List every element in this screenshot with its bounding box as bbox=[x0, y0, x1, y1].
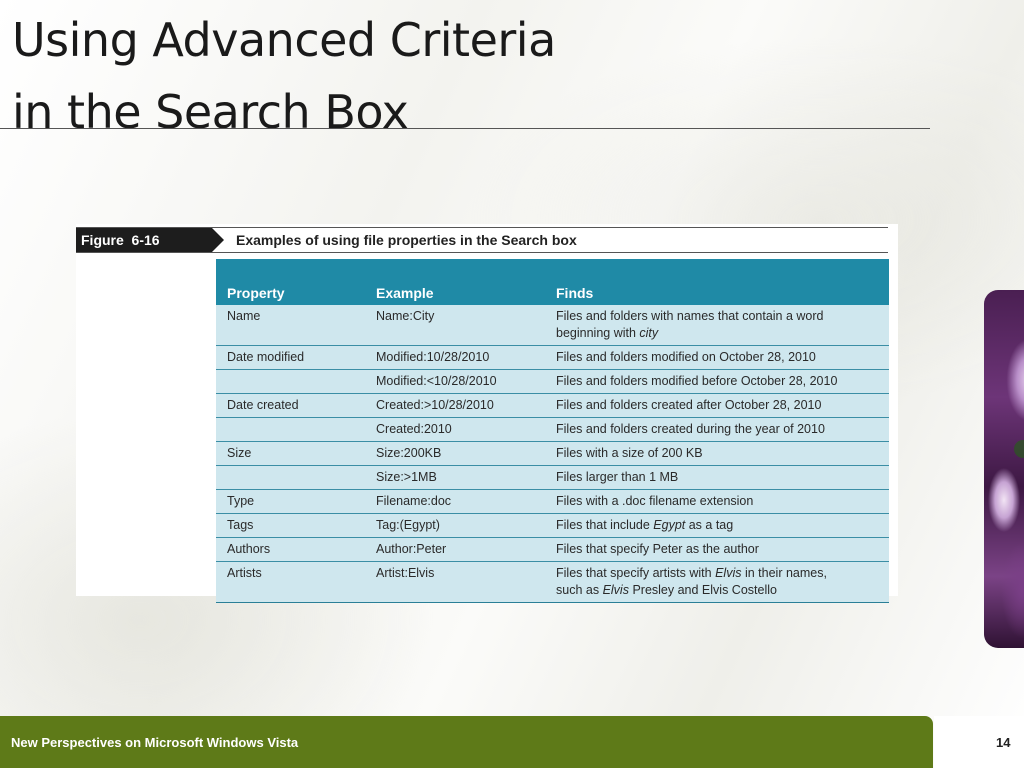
table-row: Name Name:City Files and folders with name… bbox=[216, 305, 889, 346]
finds-cell: Files and folders with names that contai… bbox=[545, 305, 889, 346]
finds-line: Files larger than 1 MB bbox=[556, 470, 679, 484]
example-cell: Filename:doc bbox=[365, 489, 545, 514]
column-header-finds: Finds bbox=[545, 259, 889, 305]
title-divider bbox=[0, 128, 930, 129]
property-cell: Tags bbox=[216, 513, 365, 538]
property-cell bbox=[216, 465, 365, 490]
example-cell: Created:2010 bbox=[365, 417, 545, 442]
finds-line: Files with a .doc filename extension bbox=[556, 494, 754, 508]
finds-line: Files that include Egypt as a tag bbox=[556, 518, 734, 532]
table-row: Date modified Modified:10/28/2010 Files an… bbox=[216, 345, 889, 370]
property-cell: Artists bbox=[216, 561, 365, 603]
slide-title: Using Advanced Criteria in the Search Bo… bbox=[12, 4, 556, 148]
figure-header: Figure 6-16 Examples of using file prope… bbox=[76, 227, 888, 253]
flower-center bbox=[1014, 440, 1024, 458]
table-row: Authors Author:Peter Files that specify Pe… bbox=[216, 537, 889, 562]
finds-line: Files and folders modified before Octobe… bbox=[556, 374, 838, 388]
finds-line: Files and folders created during the yea… bbox=[556, 422, 825, 436]
finds-line: such as Elvis Presley and Elvis Costello bbox=[556, 583, 777, 597]
property-cell: Authors bbox=[216, 537, 365, 562]
table-row: Created:2010 Files and folders created du… bbox=[216, 417, 889, 442]
flower-decoration-image bbox=[984, 290, 1024, 648]
column-header-example: Example bbox=[365, 259, 545, 305]
finds-cell: Files and folders modified before Octobe… bbox=[545, 369, 889, 394]
example-cell: Author:Peter bbox=[365, 537, 545, 562]
property-cell: Type bbox=[216, 489, 365, 514]
properties-table: Property Example Finds Name Name:City File… bbox=[216, 259, 889, 603]
title-line-2: in the Search Box bbox=[12, 85, 409, 139]
finds-line: Files and folders modified on October 28… bbox=[556, 350, 816, 364]
example-cell: Created:>10/28/2010 bbox=[365, 393, 545, 418]
page-number: 14 bbox=[996, 735, 1011, 750]
finds-line: Files that specify artists with Elvis in… bbox=[556, 566, 827, 580]
finds-line: Files and folders with names that contai… bbox=[556, 309, 824, 323]
finds-cell: Files that specify artists with Elvis in… bbox=[545, 561, 889, 603]
footer-text: New Perspectives on Microsoft Windows Vi… bbox=[11, 735, 299, 750]
finds-cell: Files and folders created after October … bbox=[545, 393, 889, 418]
table-row: Date created Created:>10/28/2010 Files and… bbox=[216, 393, 889, 418]
finds-line: Files and folders created after October … bbox=[556, 398, 822, 412]
property-cell: Date modified bbox=[216, 345, 365, 370]
finds-cell: Files and folders modified on October 28… bbox=[545, 345, 889, 370]
property-cell: Date created bbox=[216, 393, 365, 418]
property-cell bbox=[216, 369, 365, 394]
table-row: Modified:<10/28/2010 Files and folders mo… bbox=[216, 369, 889, 394]
finds-cell: Files and folders created during the yea… bbox=[545, 417, 889, 442]
property-cell: Size bbox=[216, 441, 365, 466]
finds-line: Files with a size of 200 KB bbox=[556, 446, 703, 460]
finds-cell: Files that specify Peter as the author bbox=[545, 537, 889, 562]
example-cell: Artist:Elvis bbox=[365, 561, 545, 603]
finds-cell: Files with a .doc filename extension bbox=[545, 489, 889, 514]
finds-cell: Files with a size of 200 KB bbox=[545, 441, 889, 466]
title-line-1: Using Advanced Criteria bbox=[12, 13, 556, 67]
table-row: Artists Artist:Elvis Files that specify ar… bbox=[216, 561, 889, 603]
figure-arrow-icon bbox=[212, 228, 224, 252]
property-cell: Name bbox=[216, 305, 365, 346]
figure-label: Figure 6-16 bbox=[76, 228, 212, 252]
table-body: Name Name:City Files and folders with name… bbox=[216, 305, 889, 603]
example-cell: Tag:(Egypt) bbox=[365, 513, 545, 538]
column-header-property: Property bbox=[216, 259, 365, 305]
finds-line: beginning with city bbox=[556, 326, 659, 340]
figure-image: Figure 6-16 Examples of using file prope… bbox=[76, 224, 898, 603]
example-cell: Modified:<10/28/2010 bbox=[365, 369, 545, 394]
finds-cell: Files larger than 1 MB bbox=[545, 465, 889, 490]
finds-cell: Files that include Egypt as a tag bbox=[545, 513, 889, 538]
table-row: Type Filename:doc Files with a .doc filena… bbox=[216, 489, 889, 514]
table-header-row: Property Example Finds bbox=[216, 259, 889, 305]
footer-corner bbox=[934, 716, 1024, 768]
table-row: Size:>1MB Files larger than 1 MB bbox=[216, 465, 889, 490]
table-row: Size Size:200KB Files with a size of 200 K… bbox=[216, 441, 889, 466]
example-cell: Size:200KB bbox=[365, 441, 545, 466]
example-cell: Modified:10/28/2010 bbox=[365, 345, 545, 370]
figure-caption: Examples of using file properties in the… bbox=[236, 232, 577, 248]
example-cell: Name:City bbox=[365, 305, 545, 346]
example-cell: Size:>1MB bbox=[365, 465, 545, 490]
table-row: Tags Tag:(Egypt) Files that include Egypt … bbox=[216, 513, 889, 538]
finds-line: Files that specify Peter as the author bbox=[556, 542, 759, 556]
property-cell bbox=[216, 417, 365, 442]
